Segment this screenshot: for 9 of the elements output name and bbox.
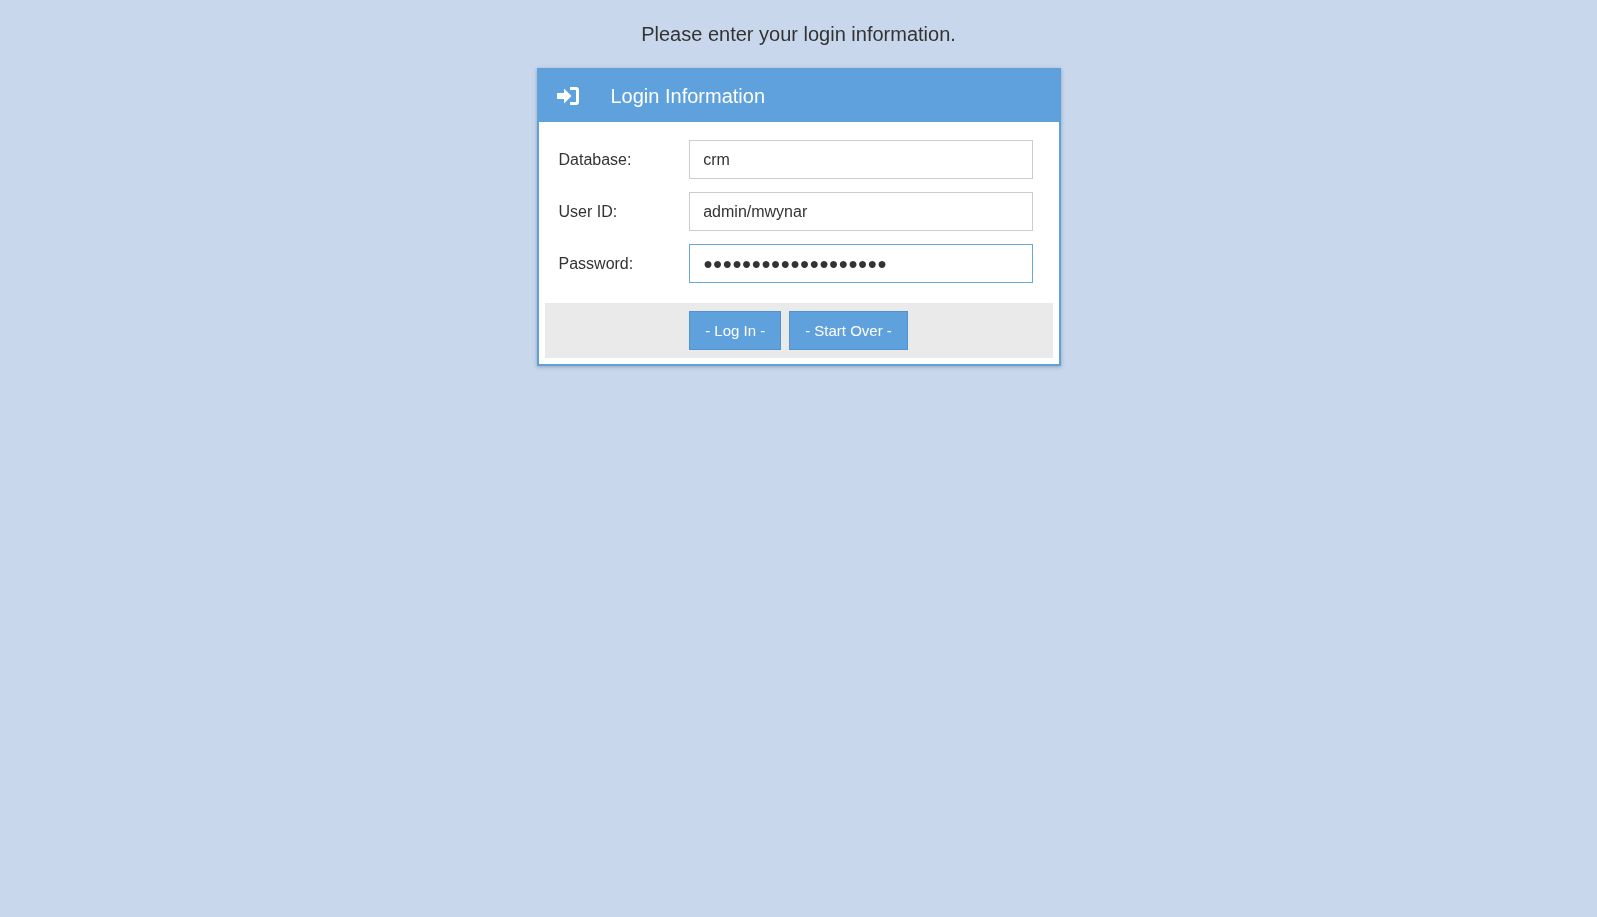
sign-in-icon [556, 87, 579, 105]
panel-title: Login Information [610, 84, 766, 108]
page-heading: Please enter your login information. [641, 22, 956, 46]
input-field[interactable]: ●●●●●●●●●●●●●●●●●●● [689, 244, 1033, 283]
field-label: User ID: [558, 202, 619, 221]
field-label: Database: [558, 150, 633, 169]
field-label: Password: [558, 254, 635, 273]
input-field[interactable]: admin/mwynar [689, 192, 1033, 231]
input-field[interactable]: crm [689, 140, 1033, 179]
